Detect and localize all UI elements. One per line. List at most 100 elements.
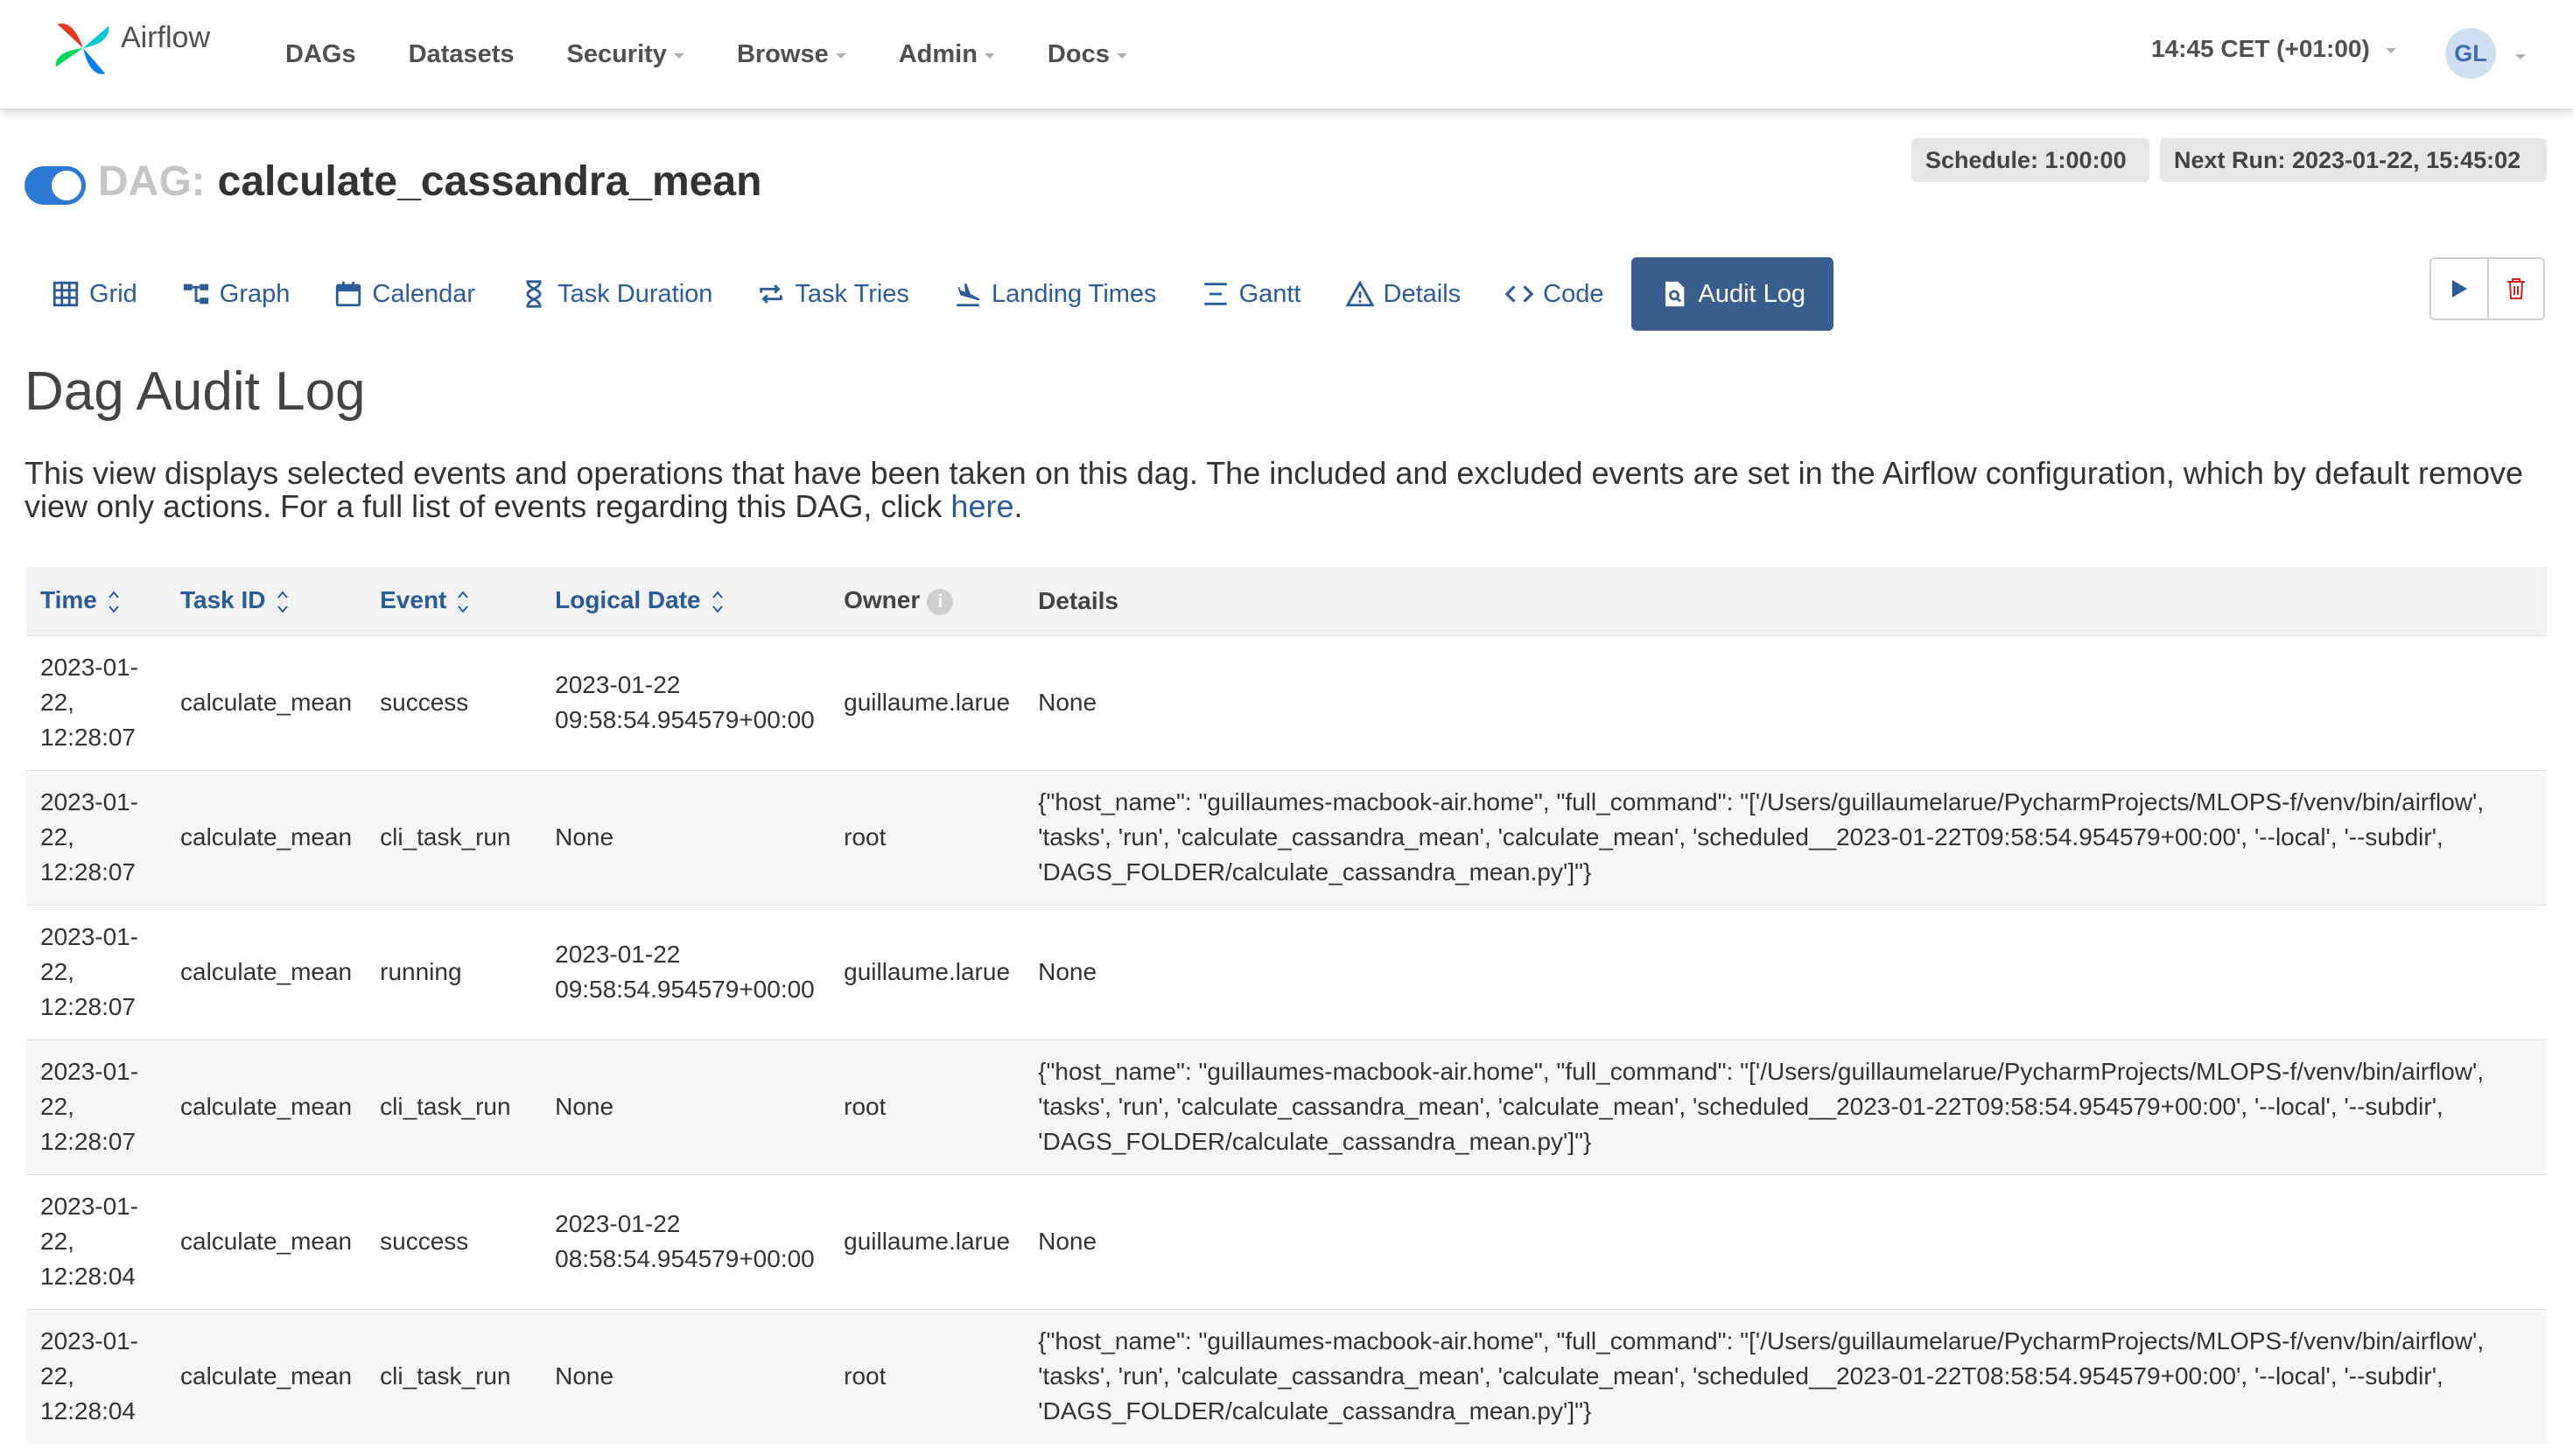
hourglass-icon bbox=[526, 280, 542, 308]
tab-landing-times-label: Landing Times bbox=[991, 279, 1157, 308]
delete-dag-button[interactable] bbox=[2486, 259, 2543, 318]
play-icon bbox=[2451, 280, 2467, 298]
tab-grid[interactable]: Grid bbox=[35, 257, 153, 331]
cell-owner: guillaume.larue bbox=[830, 634, 1025, 770]
nav-admin[interactable]: Admin bbox=[899, 40, 995, 69]
cell-details: None bbox=[1024, 904, 2547, 1040]
cell-time: 2023-01-22, 12:28:07 bbox=[26, 1039, 166, 1174]
cell-event: cli_task_run bbox=[366, 1039, 542, 1174]
nav-security-label: Security bbox=[566, 39, 667, 68]
column-header-details: Details bbox=[1024, 567, 2547, 635]
nav-admin-label: Admin bbox=[898, 39, 978, 68]
cell-logical-date: None bbox=[541, 1308, 831, 1444]
cell-logical-date: None bbox=[541, 1039, 831, 1174]
caret-down-icon bbox=[2385, 48, 2396, 53]
column-label: Task ID bbox=[180, 586, 266, 614]
cell-task-id: calculate_mean bbox=[166, 634, 367, 770]
cell-owner: root bbox=[830, 1039, 1025, 1174]
column-label: Event bbox=[380, 586, 447, 614]
dag-prefix: DAG: bbox=[98, 158, 206, 205]
column-header-logical-date[interactable]: Logical Date bbox=[541, 567, 831, 635]
tab-details-label: Details bbox=[1383, 279, 1462, 308]
nav-docs-label: Docs bbox=[1047, 39, 1110, 68]
nav-datasets[interactable]: Datasets bbox=[409, 40, 515, 69]
main-nav: DAGs Datasets Security Browse Admin Docs bbox=[285, 0, 1180, 108]
cell-owner: guillaume.larue bbox=[830, 1173, 1025, 1309]
tab-graph[interactable]: Graph bbox=[165, 257, 306, 331]
cell-details: {"host_name": "guillaumes-macbook-air.ho… bbox=[1024, 1039, 2547, 1174]
nav-docs[interactable]: Docs bbox=[1048, 40, 1127, 69]
table-row: 2023-01-22, 12:28:07 calculate_mean cli_… bbox=[26, 769, 2547, 905]
tab-details[interactable]: Details bbox=[1329, 257, 1477, 331]
tab-landing-times[interactable]: Landing Times bbox=[937, 257, 1173, 331]
tab-task-duration-label: Task Duration bbox=[557, 279, 713, 308]
table-row: 2023-01-22, 12:28:07 calculate_mean runn… bbox=[26, 904, 2547, 1040]
airflow-logo-icon bbox=[49, 14, 117, 87]
timezone-clock-dropdown[interactable]: 14:45 CET (+01:00) bbox=[2151, 35, 2396, 63]
column-header-event[interactable]: Event bbox=[366, 567, 542, 635]
cell-event: cli_task_run bbox=[366, 769, 542, 905]
trigger-dag-button[interactable] bbox=[2431, 259, 2487, 318]
gantt-icon bbox=[1203, 283, 1227, 305]
cell-logical-date: None bbox=[541, 769, 831, 905]
tab-gantt[interactable]: Gantt bbox=[1185, 257, 1317, 331]
tab-code[interactable]: Code bbox=[1489, 257, 1619, 331]
repeat-icon bbox=[760, 284, 783, 304]
nav-browse[interactable]: Browse bbox=[737, 40, 846, 69]
caret-down-icon bbox=[673, 53, 684, 59]
tab-graph-label: Graph bbox=[219, 279, 291, 308]
cell-event: success bbox=[366, 1173, 542, 1309]
table-header-row: Time Task ID Event Logical Date Owner i D… bbox=[26, 567, 2547, 635]
airflow-brand-link[interactable]: Airflow bbox=[49, 14, 210, 87]
tab-audit-log-label: Audit Log bbox=[1698, 279, 1806, 308]
intro-text: This view displays selected events and o… bbox=[25, 455, 2524, 524]
toggle-knob bbox=[52, 171, 81, 200]
cell-logical-date: 2023-01-22 08:58:54.954579+00:00 bbox=[541, 1173, 831, 1309]
table-row: 2023-01-22, 12:28:07 calculate_mean succ… bbox=[26, 634, 2547, 770]
cell-time: 2023-01-22, 12:28:07 bbox=[26, 769, 166, 905]
page-heading: Dag Audit Log bbox=[25, 361, 366, 422]
file-search-icon bbox=[1665, 281, 1685, 307]
cell-task-id: calculate_mean bbox=[166, 1308, 367, 1444]
cell-details: {"host_name": "guillaumes-macbook-air.ho… bbox=[1024, 1308, 2547, 1444]
nav-datasets-label: Datasets bbox=[408, 39, 515, 68]
nav-security[interactable]: Security bbox=[566, 40, 684, 69]
column-header-task-id[interactable]: Task ID bbox=[166, 567, 367, 635]
cell-time: 2023-01-22, 12:28:04 bbox=[26, 1173, 166, 1309]
tab-grid-label: Grid bbox=[89, 279, 137, 308]
column-header-time[interactable]: Time bbox=[26, 567, 166, 635]
tab-task-duration[interactable]: Task Duration bbox=[503, 257, 728, 331]
next-run-badge: Next Run: 2023-01-22, 15:45:02 bbox=[2160, 138, 2547, 182]
cell-owner: root bbox=[830, 1308, 1025, 1444]
cell-time: 2023-01-22, 12:28:07 bbox=[26, 634, 166, 770]
dag-pause-toggle[interactable] bbox=[25, 166, 86, 205]
cell-details: None bbox=[1024, 634, 2547, 770]
sort-icon bbox=[277, 591, 288, 613]
tab-task-tries[interactable]: Task Tries bbox=[740, 257, 925, 331]
nav-dags[interactable]: DAGs bbox=[285, 40, 356, 69]
tab-audit-log[interactable]: Audit Log bbox=[1631, 257, 1834, 331]
tab-calendar-label: Calendar bbox=[372, 279, 476, 308]
clock-text: 14:45 CET (+01:00) bbox=[2151, 35, 2370, 62]
tab-calendar[interactable]: Calendar bbox=[318, 257, 491, 331]
tab-gantt-label: Gantt bbox=[1238, 279, 1301, 308]
column-label: Time bbox=[40, 586, 97, 614]
column-label: Logical Date bbox=[555, 586, 701, 614]
caret-down-icon bbox=[1116, 53, 1127, 59]
user-avatar[interactable]: GL bbox=[2445, 28, 2496, 79]
cell-time: 2023-01-22, 12:28:04 bbox=[26, 1308, 166, 1444]
dag-name: calculate_cassandra_mean bbox=[217, 158, 762, 205]
tab-code-label: Code bbox=[1543, 279, 1604, 308]
cell-task-id: calculate_mean bbox=[166, 904, 367, 1040]
cell-owner: guillaume.larue bbox=[830, 904, 1025, 1040]
full-events-link[interactable]: here bbox=[950, 488, 1013, 524]
warning-triangle-icon bbox=[1344, 280, 1375, 307]
schedule-badge: Schedule: 1:00:00 bbox=[1911, 138, 2149, 182]
caret-down-icon bbox=[835, 53, 846, 59]
plane-landing-icon bbox=[957, 283, 980, 307]
graph-icon bbox=[183, 284, 208, 304]
caret-down-icon[interactable] bbox=[2515, 54, 2526, 60]
brand-name: Airflow bbox=[121, 21, 211, 54]
info-icon[interactable]: i bbox=[927, 589, 954, 616]
calendar-icon bbox=[336, 281, 361, 307]
